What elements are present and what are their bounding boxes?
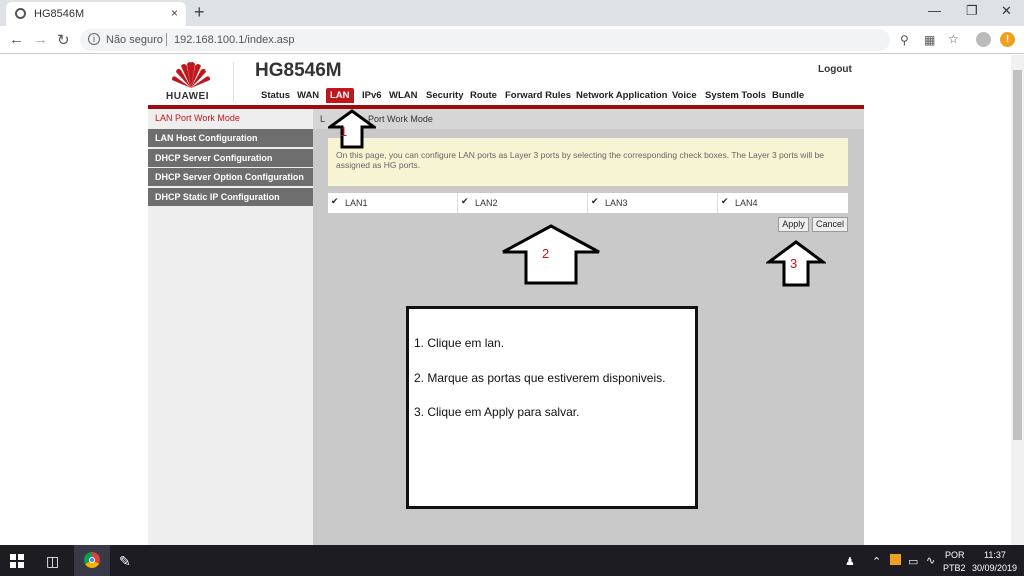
nav-route[interactable]: Route: [470, 90, 497, 101]
task-view-icon[interactable]: ◫: [46, 553, 59, 570]
lan2-cell: ✔ LAN2: [458, 193, 588, 213]
breadcrumb-start: L: [320, 114, 326, 124]
close-tab-button[interactable]: ×: [171, 6, 178, 20]
battery-icon[interactable]: ▭: [908, 555, 918, 568]
apply-button[interactable]: Apply: [778, 217, 809, 232]
lan3-checkbox[interactable]: ✔: [591, 197, 600, 206]
lan2-checkbox[interactable]: ✔: [461, 197, 470, 206]
clock-time[interactable]: 11:37: [984, 550, 1006, 560]
tab-title: HG8546M: [34, 8, 85, 20]
lan2-label: LAN2: [475, 198, 498, 208]
sidebar-item-lan-host-configuration[interactable]: LAN Host Configuration: [148, 129, 313, 147]
browser-tab[interactable]: HG8546M ×: [6, 2, 186, 26]
tray-chevron-icon[interactable]: ⌃: [872, 555, 881, 568]
lan1-checkbox[interactable]: ✔: [331, 197, 340, 206]
bookmark-star-icon[interactable]: ☆: [948, 32, 959, 46]
windows-start-icon[interactable]: [10, 554, 24, 568]
nav-system-tools[interactable]: System Tools: [705, 90, 766, 101]
language-top[interactable]: POR: [945, 550, 965, 560]
nav-bundle[interactable]: Bundle: [772, 90, 804, 101]
clock-date[interactable]: 30/09/2019: [972, 563, 1017, 573]
nav-network-application[interactable]: Network Application: [576, 90, 668, 101]
wifi-icon[interactable]: ∿: [926, 554, 935, 567]
model-title: HG8546M: [255, 60, 342, 81]
notification-app-icon[interactable]: [890, 554, 901, 565]
arrow-1-number: 1: [340, 124, 348, 139]
not-secure-label: Não seguro: [106, 34, 163, 46]
sidebar-item-dhcp-static-ip-configuration[interactable]: DHCP Static IP Configuration: [148, 188, 313, 206]
breadcrumb: L Port Work Mode: [313, 109, 864, 129]
nav-ipv6[interactable]: IPv6: [362, 90, 382, 101]
logout-link[interactable]: Logout: [818, 64, 852, 75]
sidebar-item-dhcp-server-configuration[interactable]: DHCP Server Configuration: [148, 149, 313, 167]
cancel-button[interactable]: Cancel: [812, 217, 848, 232]
lan4-checkbox[interactable]: ✔: [721, 197, 730, 206]
note-step-1: 1. Clique em lan.: [414, 336, 505, 350]
nav-wan[interactable]: WAN: [297, 90, 319, 101]
translate-icon[interactable]: ▦: [924, 33, 935, 47]
note-step-3: 3. Clique em Apply para salvar.: [414, 405, 580, 419]
nav-forward-rules[interactable]: Forward Rules: [505, 90, 571, 101]
restore-icon[interactable]: ❐: [966, 3, 978, 19]
update-alert-icon[interactable]: !: [1000, 32, 1015, 47]
nav-voice[interactable]: Voice: [672, 90, 697, 101]
omnibox[interactable]: i Não seguro 192.168.100.1/index.asp: [80, 29, 890, 51]
forward-arrow-icon[interactable]: →: [33, 31, 48, 48]
header-divider: [233, 62, 234, 102]
paint-icon[interactable]: ✎: [119, 553, 131, 570]
huawei-logo-icon: [172, 62, 210, 88]
note-step-2: 2. Marque as portas que estiverem dispon…: [414, 371, 666, 385]
up-arrow-2-icon: [502, 224, 600, 285]
arrow-3-number: 3: [790, 256, 798, 271]
up-arrow-1-icon: [328, 109, 376, 149]
info-box: On this page, you can configure LAN port…: [328, 138, 848, 186]
people-icon[interactable]: ♟: [845, 555, 855, 568]
sidebar-item-dhcp-server-option-configuration[interactable]: DHCP Server Option Configuration: [148, 168, 313, 186]
brand-name: HUAWEI: [166, 91, 209, 102]
taskbar: [0, 545, 1024, 576]
nav-lan[interactable]: LAN: [326, 88, 354, 103]
scrollbar-thumb[interactable]: [1013, 70, 1022, 440]
reload-icon[interactable]: ↻: [57, 31, 70, 49]
nav-status[interactable]: Status: [261, 90, 290, 101]
lan3-label: LAN3: [605, 198, 628, 208]
new-tab-button[interactable]: +: [194, 2, 205, 23]
nav-security[interactable]: Security: [426, 90, 464, 101]
profile-avatar[interactable]: [976, 32, 991, 47]
key-icon[interactable]: ⚲: [900, 33, 909, 47]
arrow-2-number: 2: [542, 246, 550, 261]
minimize-icon[interactable]: —: [928, 3, 941, 18]
breadcrumb-end: Port Work Mode: [368, 114, 433, 124]
back-arrow-icon[interactable]: ←: [9, 31, 24, 48]
language-bottom[interactable]: PTB2: [943, 563, 966, 573]
lan1-cell: ✔ LAN1: [328, 193, 458, 213]
lan3-cell: ✔ LAN3: [588, 193, 718, 213]
globe-icon: [15, 8, 26, 19]
window-close-icon[interactable]: ✕: [1001, 3, 1012, 19]
info-icon[interactable]: i: [88, 33, 100, 45]
chrome-icon-center: [89, 557, 95, 563]
omnibox-separator: [166, 33, 167, 46]
lan4-label: LAN4: [735, 198, 758, 208]
url-text[interactable]: 192.168.100.1/index.asp: [174, 34, 295, 46]
sidebar-item-lan-port-work-mode[interactable]: LAN Port Work Mode: [148, 109, 313, 127]
lan1-label: LAN1: [345, 198, 368, 208]
lan4-cell: ✔ LAN4: [718, 193, 848, 213]
nav-wlan[interactable]: WLAN: [389, 90, 418, 101]
